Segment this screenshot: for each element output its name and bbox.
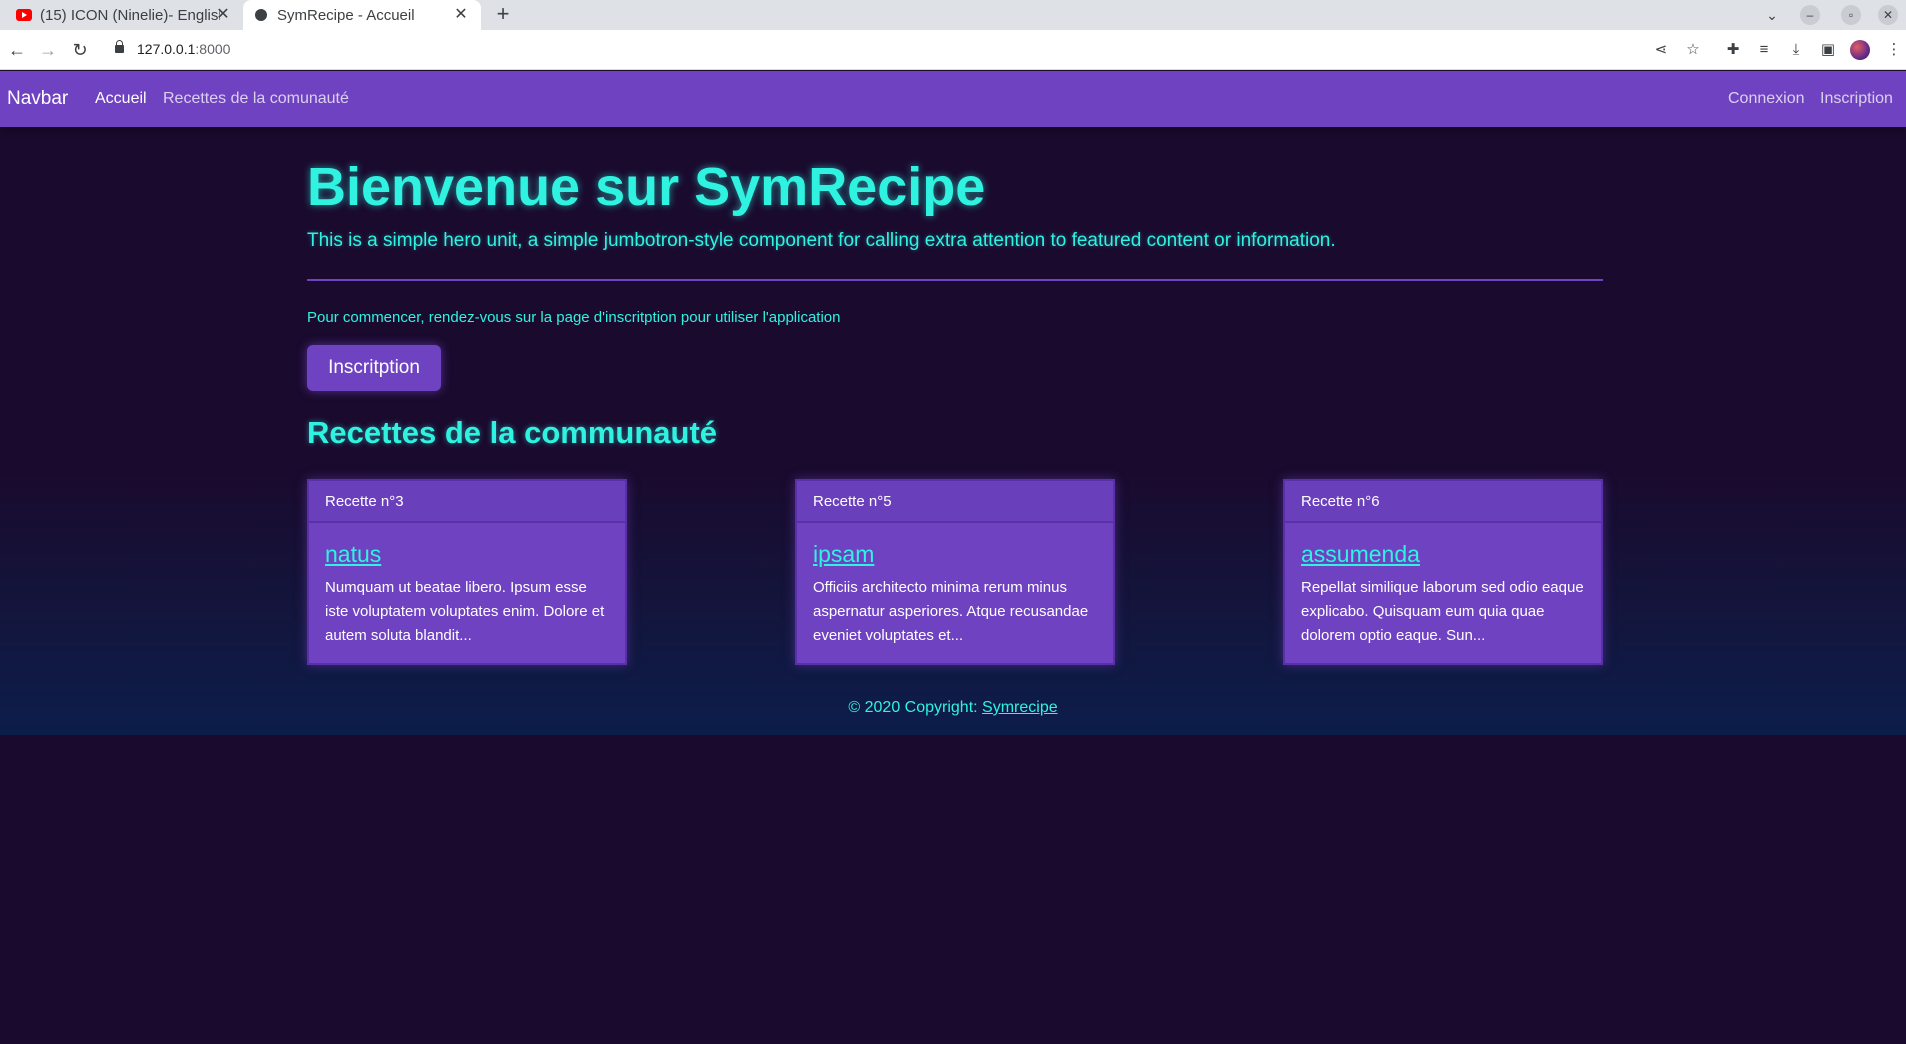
page-footer: © 2020 Copyright: Symrecipe bbox=[0, 699, 1906, 717]
recipe-link[interactable]: assumenda bbox=[1301, 541, 1585, 568]
close-tab-icon[interactable]: ✕ bbox=[213, 5, 233, 25]
tab-title: SymRecipe - Accueil bbox=[277, 6, 415, 24]
menu-icon[interactable]: ⋮ bbox=[1882, 38, 1906, 62]
new-tab-icon[interactable]: + bbox=[492, 3, 514, 26]
extensions-icon[interactable]: ✚ bbox=[1721, 38, 1745, 62]
youtube-icon bbox=[16, 9, 32, 21]
recipe-card-header: Recette n°3 bbox=[309, 481, 625, 523]
hero-lead: This is a simple hero unit, a simple jum… bbox=[307, 230, 1336, 251]
address-bar-url[interactable]: 127.0.0.1:8000 bbox=[137, 41, 230, 57]
forward-icon[interactable]: → bbox=[36, 38, 60, 62]
recipe-description: Numquam ut beatae libero. Ipsum esse ist… bbox=[325, 579, 605, 644]
share-icon[interactable]: ⋖ bbox=[1649, 38, 1673, 62]
recipe-card-header: Recette n°6 bbox=[1285, 481, 1601, 523]
hero-divider bbox=[307, 279, 1603, 281]
close-tab-icon[interactable]: ✕ bbox=[451, 5, 471, 25]
browser-tab-symrecipe[interactable]: SymRecipe - Accueil ✕ bbox=[243, 0, 481, 30]
recipe-description: Repellat similique laborum sed odio eaqu… bbox=[1301, 579, 1584, 644]
site-navbar: Navbar Accueil Recettes de la comunauté … bbox=[0, 71, 1906, 127]
side-panel-icon[interactable]: ▣ bbox=[1816, 38, 1840, 62]
recipe-card: Recette n°3 natus Numquam ut beatae libe… bbox=[307, 479, 627, 665]
nav-link-recettes[interactable]: Recettes de la comunauté bbox=[163, 90, 349, 108]
url-port: :8000 bbox=[195, 41, 231, 57]
url-host: 127.0.0.1 bbox=[137, 41, 196, 57]
reading-list-icon[interactable]: ≡ bbox=[1752, 38, 1776, 62]
minimize-icon[interactable]: – bbox=[1800, 5, 1820, 25]
page-viewport: Navbar Accueil Recettes de la comunauté … bbox=[0, 71, 1906, 1044]
recipe-card: Recette n°5 ipsam Officiis architecto mi… bbox=[795, 479, 1115, 665]
nav-link-accueil[interactable]: Accueil bbox=[95, 90, 147, 108]
recipe-link[interactable]: natus bbox=[325, 541, 609, 568]
lock-icon bbox=[115, 40, 124, 53]
maximize-icon[interactable]: ▫ bbox=[1841, 5, 1861, 25]
tab-search-icon[interactable]: ⌄ bbox=[1762, 5, 1782, 25]
recipe-link[interactable]: ipsam bbox=[813, 541, 1097, 568]
recipe-card: Recette n°6 assumenda Repellat similique… bbox=[1283, 479, 1603, 665]
hero-title: Bienvenue sur SymRecipe bbox=[307, 157, 986, 217]
nav-link-connexion[interactable]: Connexion bbox=[1728, 90, 1805, 108]
tab-title: (15) ICON (Ninelie)- English Cover bbox=[40, 6, 220, 24]
navbar-brand[interactable]: Navbar bbox=[7, 88, 68, 110]
download-icon[interactable]: ⤓ bbox=[1784, 38, 1808, 62]
browser-tab-youtube[interactable]: (15) ICON (Ninelie)- English Cover ✕ bbox=[0, 0, 243, 30]
footer-copyright: © 2020 Copyright: bbox=[848, 699, 983, 716]
close-window-icon[interactable]: ✕ bbox=[1878, 5, 1898, 25]
footer-link[interactable]: Symrecipe bbox=[982, 699, 1058, 716]
back-icon[interactable]: ← bbox=[5, 38, 29, 62]
profile-avatar[interactable] bbox=[1850, 40, 1870, 60]
inscription-button[interactable]: Inscritption bbox=[307, 345, 441, 391]
browser-tab-bar: (15) ICON (Ninelie)- English Cover ✕ Sym… bbox=[0, 0, 1906, 30]
hero-text: Pour commencer, rendez-vous sur la page … bbox=[307, 309, 841, 326]
nav-link-inscription[interactable]: Inscription bbox=[1820, 90, 1893, 108]
recipe-description: Officiis architecto minima rerum minus a… bbox=[813, 579, 1089, 644]
recipe-card-header: Recette n°5 bbox=[797, 481, 1113, 523]
community-section-title: Recettes de la communauté bbox=[307, 415, 718, 450]
browser-toolbar: ← → ↻ 127.0.0.1:8000 ⋖ ☆ ✚ ≡ ⤓ ▣ ⋮ bbox=[0, 30, 1906, 70]
globe-icon bbox=[255, 9, 267, 21]
bookmark-star-icon[interactable]: ☆ bbox=[1681, 38, 1705, 62]
reload-icon[interactable]: ↻ bbox=[68, 38, 92, 62]
